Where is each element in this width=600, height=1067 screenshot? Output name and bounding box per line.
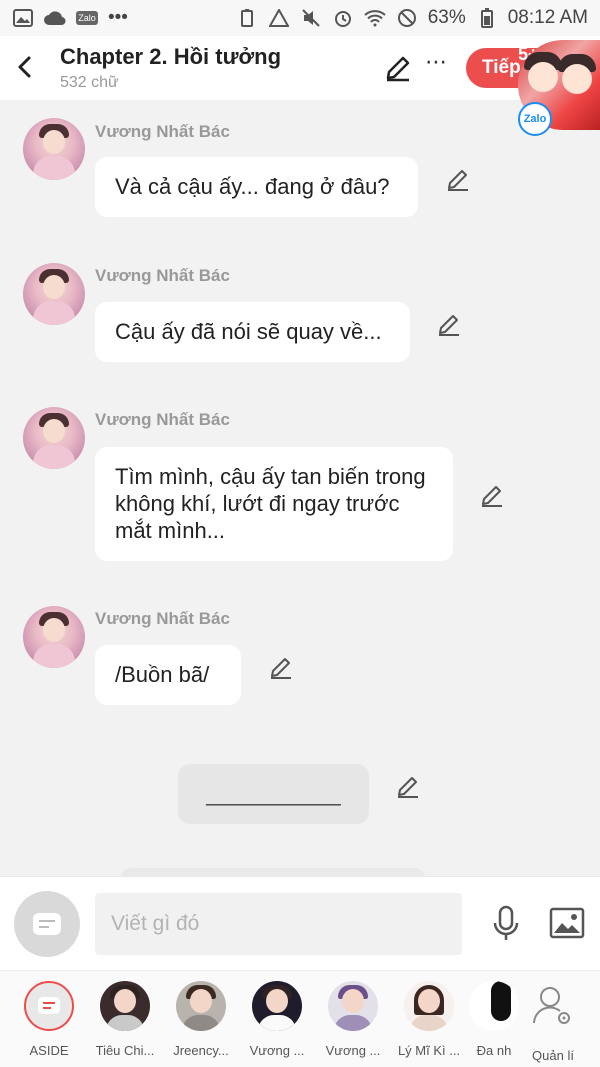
avatar-face (43, 130, 65, 154)
chapter-title: Chapter 2. Hồi tưởng (60, 44, 282, 69)
status-right: 63% 08:12 AM (236, 7, 588, 29)
microphone-button[interactable] (490, 905, 522, 943)
back-arrow-icon (18, 56, 31, 78)
avatar[interactable] (23, 606, 85, 668)
avatar-face (43, 275, 65, 299)
edit-message-icon[interactable] (446, 168, 470, 192)
edit-message-icon[interactable] (437, 313, 461, 337)
status-bar: Zalo ••• 63% 08:12 AM (0, 0, 600, 36)
message-author: Vương Nhất Bác (95, 266, 230, 285)
note-icon (33, 913, 61, 935)
avatar-body (410, 1015, 448, 1031)
character-label: Lý Mĩ Kì ... (397, 1043, 461, 1058)
message-bubble[interactable]: Cậu ấy đã nói sẽ quay về... (95, 302, 410, 362)
zalo-logo-icon: Zalo (518, 102, 552, 136)
cloud-icon (44, 7, 66, 29)
gallery-notification-icon (12, 7, 34, 29)
message-author: Vương Nhất Bác (95, 122, 230, 141)
battery-saver-icon (236, 7, 258, 29)
avatar-body (33, 644, 75, 668)
character-selector: ASIDE Tiêu Chi... Jreency... Vương ... V… (0, 970, 600, 1067)
avatar-face (190, 989, 212, 1013)
word-count: 532 chữ (60, 74, 119, 91)
character-item-aside[interactable]: ASIDE (11, 981, 87, 1058)
battery-percent: 63% (427, 7, 466, 28)
message-author: Vương Nhất Bác (95, 410, 230, 429)
character-item[interactable]: Vương ... (315, 981, 391, 1058)
microphone-icon (493, 905, 519, 940)
character-label: Tiêu Chi... (95, 1043, 155, 1058)
avatar-body (33, 156, 75, 180)
avatar (469, 981, 519, 1031)
avatar (328, 981, 378, 1031)
chapter-header: Chapter 2. Hồi tưởng 532 chữ ⋯ Tiếp 5+ (0, 36, 600, 100)
avatar-face (43, 618, 65, 642)
chat-head-face-left (528, 62, 558, 92)
more-notifications-icon: ••• (108, 7, 128, 28)
avatar-face (266, 989, 288, 1013)
avatar[interactable] (23, 407, 85, 469)
avatar-face (418, 989, 440, 1013)
manage-user-icon (533, 987, 570, 1024)
back-button[interactable] (12, 52, 40, 82)
avatar[interactable] (23, 118, 85, 180)
do-not-disturb-icon (396, 7, 418, 29)
data-saver-icon (268, 7, 290, 29)
composer-bar (0, 876, 600, 970)
avatar (100, 981, 150, 1031)
character-item[interactable]: Jreency... (163, 981, 239, 1058)
message-bubble[interactable]: Tìm mình, cậu ấy tan biến trong không kh… (95, 447, 453, 561)
avatar-body (258, 1015, 296, 1031)
message-bubble[interactable]: Và cả cậu ấy... đang ở đâu? (95, 157, 418, 217)
aside-separator-bubble[interactable]: ___________ (178, 764, 369, 824)
aside-icon (24, 981, 74, 1031)
avatar-face (342, 989, 364, 1013)
character-label: Quản lí (532, 1048, 574, 1063)
manage-characters-button[interactable]: Quản lí (515, 981, 591, 1063)
character-label: Đa nh (476, 1043, 512, 1058)
avatar-face (43, 419, 65, 443)
edit-message-icon[interactable] (396, 775, 420, 799)
chat-head-face-right (562, 64, 592, 94)
image-icon (549, 907, 585, 939)
character-item[interactable]: Vương ... (239, 981, 315, 1058)
aside-note-icon (38, 997, 60, 1014)
battery-icon (476, 7, 498, 29)
character-item[interactable]: Tiêu Chi... (87, 981, 163, 1058)
character-label: Vương ... (249, 1043, 305, 1058)
mute-icon (300, 7, 322, 29)
character-item[interactable]: Đa nh (467, 981, 521, 1058)
avatar-body (106, 1015, 144, 1031)
avatar-face (114, 989, 136, 1013)
message-input[interactable] (95, 893, 462, 955)
avatar (252, 981, 302, 1031)
alarm-icon (332, 7, 354, 29)
avatar (176, 981, 226, 1031)
clock: 08:12 AM (507, 7, 588, 28)
pencil-icon (386, 56, 410, 82)
avatar (404, 981, 454, 1031)
wifi-icon (364, 7, 386, 29)
more-options-button[interactable]: ⋯ (424, 50, 448, 78)
character-label: Jreency... (173, 1043, 229, 1058)
character-item[interactable]: Lý Mĩ Kì ... (391, 981, 467, 1058)
avatar-body (334, 1015, 372, 1031)
message-author: Vương Nhất Bác (95, 609, 230, 628)
avatar-hair (491, 981, 511, 1021)
avatar-body (33, 445, 75, 469)
edit-message-icon[interactable] (269, 656, 293, 680)
avatar[interactable] (23, 263, 85, 325)
edit-chapter-button[interactable] (384, 54, 412, 82)
status-left: Zalo ••• (12, 7, 128, 29)
message-bubble[interactable]: /Buồn bã/ (95, 645, 241, 705)
image-button[interactable] (549, 907, 585, 939)
avatar-body (33, 301, 75, 325)
zalo-notification-icon: Zalo (76, 11, 98, 25)
character-label: Vương ... (325, 1043, 381, 1058)
edit-message-icon[interactable] (480, 484, 504, 508)
aside-mode-button[interactable] (14, 891, 80, 957)
avatar-body (182, 1015, 220, 1031)
character-label: ASIDE (29, 1043, 69, 1058)
